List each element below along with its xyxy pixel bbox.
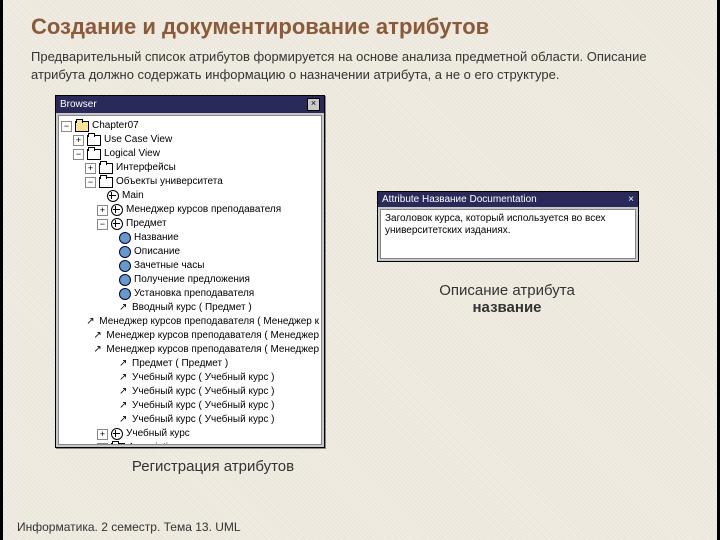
link-icon xyxy=(119,387,129,397)
tree-item[interactable]: Менеджер курсов преподавателя ( Менеджер xyxy=(106,343,319,357)
tree-item[interactable]: Use Case View xyxy=(104,133,172,147)
tree-item[interactable]: Описание xyxy=(134,245,180,259)
tree-item[interactable]: Предмет ( Предмет ) xyxy=(132,357,228,371)
class-icon xyxy=(111,204,123,216)
tree-item[interactable]: Зачетные часы xyxy=(134,259,204,273)
tree-item[interactable]: Associations xyxy=(128,441,184,445)
footer: Информатика. 2 семестр. Тема 13. UML xyxy=(17,520,241,534)
package-icon xyxy=(99,163,113,174)
close-icon[interactable]: × xyxy=(628,194,634,205)
browser-tree[interactable]: −Chapter07 +Use Case View −Logical View … xyxy=(58,115,322,445)
operation-icon xyxy=(119,274,131,286)
left-caption: Регистрация атрибутов xyxy=(79,458,347,475)
tree-item[interactable]: Получение предложения xyxy=(134,273,250,287)
package-icon xyxy=(111,443,125,446)
tree-item[interactable]: Название xyxy=(134,231,179,245)
expand-icon[interactable]: + xyxy=(73,135,84,146)
collapse-icon[interactable]: − xyxy=(85,177,96,188)
caption-line1: Описание атрибута xyxy=(439,282,575,299)
package-icon xyxy=(87,135,101,146)
link-icon xyxy=(119,373,129,383)
tree-item[interactable]: Main xyxy=(122,189,144,203)
doc-window: Attribute Название Documentation × Загол… xyxy=(377,191,639,262)
tree-item[interactable]: Вводный курс ( Предмет ) xyxy=(132,301,252,315)
tree-item[interactable]: Logical View xyxy=(104,147,160,161)
tree-item[interactable]: Chapter07 xyxy=(92,119,139,133)
right-caption: Описание атрибута название xyxy=(377,282,637,316)
tree-item[interactable]: Менеджер курсов преподавателя ( Менеджер… xyxy=(99,315,319,329)
folder-icon xyxy=(75,121,89,132)
browser-titlebar: Browser × xyxy=(56,96,324,113)
link-icon xyxy=(119,401,129,411)
tree-item[interactable]: Учебный курс xyxy=(126,427,190,441)
doc-titlebar: Attribute Название Documentation × xyxy=(378,192,638,207)
page-title: Создание и документирование атрибутов xyxy=(31,14,689,40)
tree-item[interactable]: Учебный курс ( Учебный курс ) xyxy=(132,371,275,385)
link-icon xyxy=(119,415,129,425)
expand-icon[interactable]: + xyxy=(97,443,108,446)
link-icon xyxy=(119,359,129,369)
collapse-icon[interactable]: − xyxy=(73,149,84,160)
expand-icon[interactable]: + xyxy=(97,205,108,216)
package-icon xyxy=(99,177,113,188)
caption-line2: название xyxy=(377,299,637,316)
attribute-icon xyxy=(119,246,131,258)
tree-item[interactable]: Учебный курс ( Учебный курс ) xyxy=(132,399,275,413)
tree-item[interactable]: Менеджер курсов преподавателя xyxy=(126,203,281,217)
doc-title-text: Attribute Название Documentation xyxy=(382,194,537,205)
tree-item[interactable]: Учебный курс ( Учебный курс ) xyxy=(132,385,275,399)
description: Предварительный список атрибутов формиру… xyxy=(31,48,671,83)
class-icon xyxy=(111,428,123,440)
collapse-icon[interactable]: − xyxy=(61,121,72,132)
link-icon xyxy=(119,303,129,313)
tree-item[interactable]: Интерфейсы xyxy=(116,161,176,175)
attribute-icon xyxy=(119,232,131,244)
link-icon xyxy=(86,317,96,327)
package-icon xyxy=(87,149,101,160)
tree-item[interactable]: Предмет xyxy=(126,217,167,231)
browser-title: Browser xyxy=(60,99,97,110)
close-icon[interactable]: × xyxy=(307,98,320,111)
tree-item[interactable]: Менеджер курсов преподавателя ( Менеджер xyxy=(106,329,319,343)
class-icon xyxy=(107,190,119,202)
doc-body[interactable]: Заголовок курса, который используется во… xyxy=(380,209,636,259)
tree-item[interactable]: Учебный курс ( Учебный курс ) xyxy=(132,413,275,427)
browser-window: Browser × − Chapter07 + Use Case View − Log… xyxy=(55,95,325,448)
class-icon xyxy=(111,218,123,230)
expand-icon[interactable]: + xyxy=(85,163,96,174)
operation-icon xyxy=(119,288,131,300)
expand-icon[interactable]: + xyxy=(97,429,108,440)
link-icon xyxy=(93,331,103,341)
link-icon xyxy=(93,345,103,355)
collapse-icon[interactable]: − xyxy=(97,219,108,230)
tree-item[interactable]: Объекты университета xyxy=(116,175,223,189)
tree-item[interactable]: Установка преподавателя xyxy=(134,287,254,301)
attribute-icon xyxy=(119,260,131,272)
